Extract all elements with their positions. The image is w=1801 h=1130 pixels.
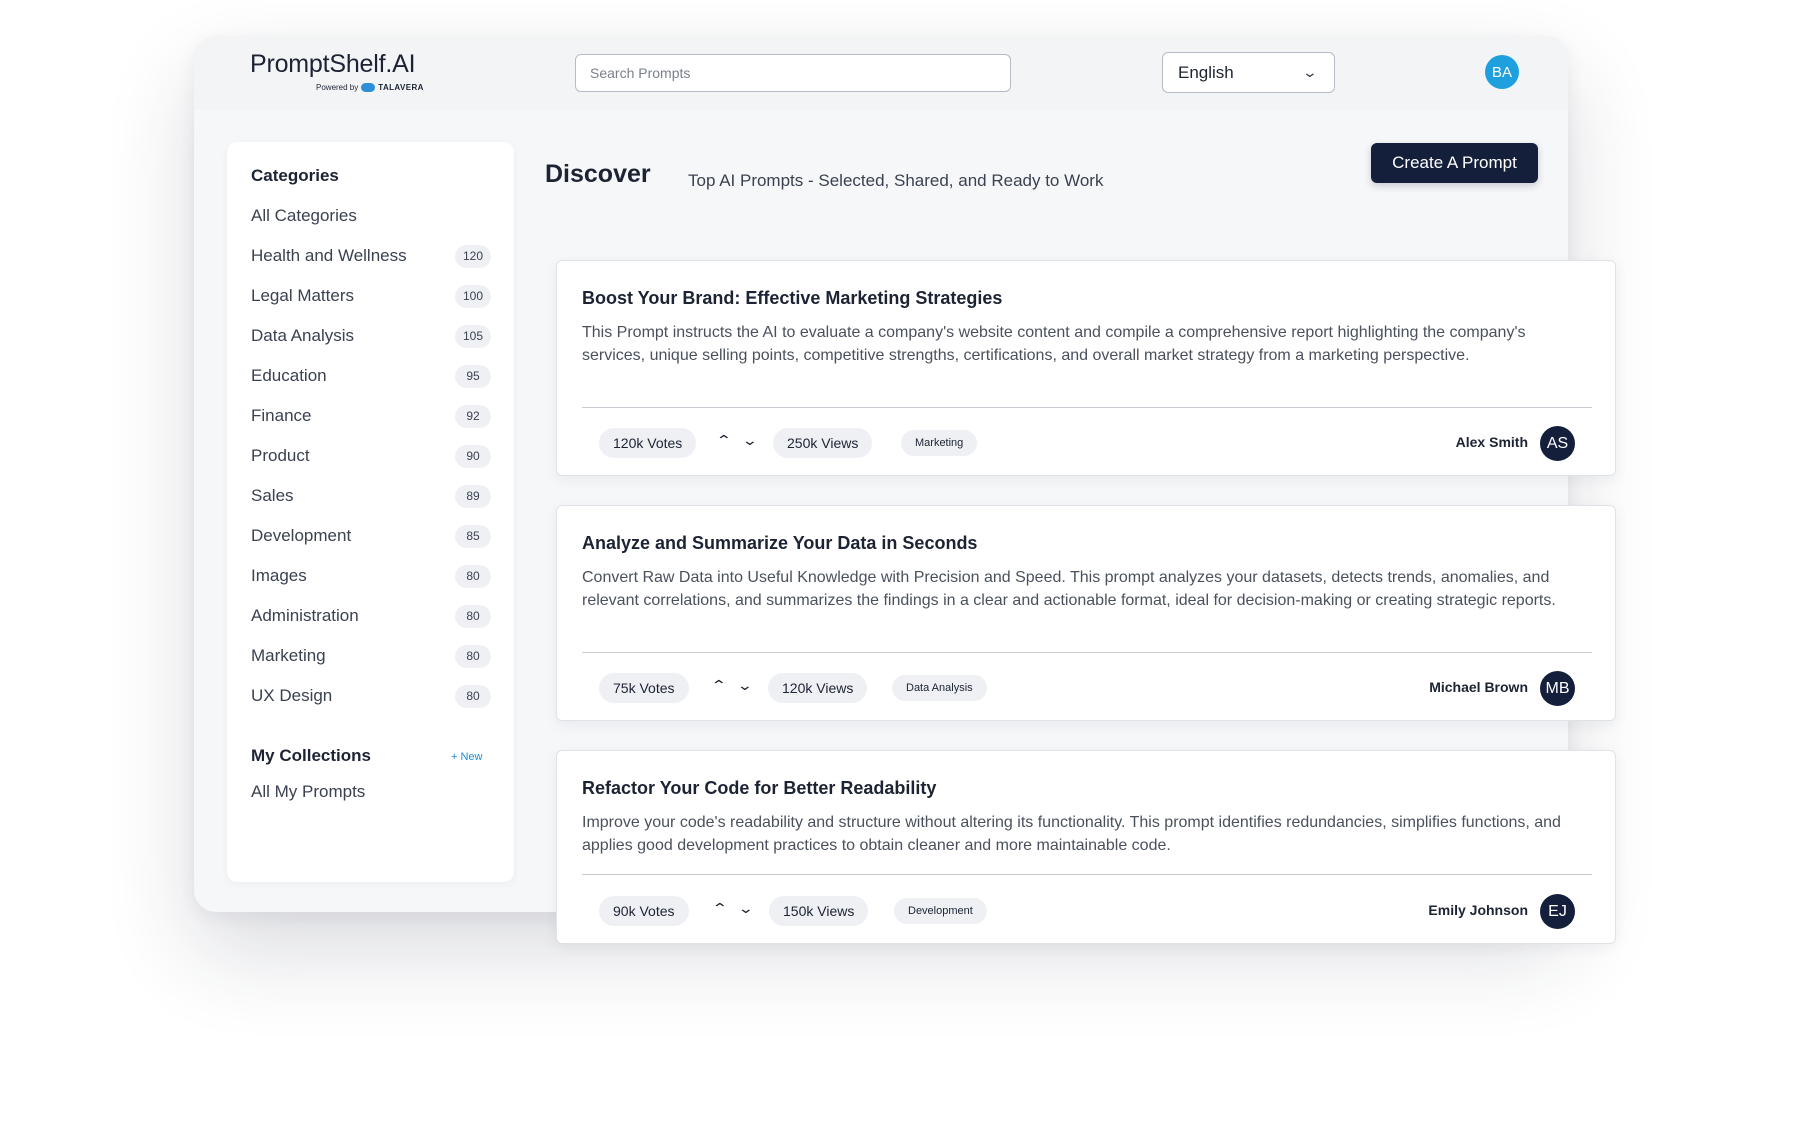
author-avatar[interactable]: MB [1540,671,1575,706]
author-name[interactable]: Emily Johnson [1428,902,1528,918]
sidebar-item-label: UX Design [251,686,333,705]
votes-count: 120k Votes [599,428,697,458]
card-divider [582,407,1592,408]
logo-text: PromptShelf.AI [250,50,416,78]
sidebar-item-label: Finance [251,406,312,425]
sidebar-item-label: Data Analysis [251,326,354,345]
category-count-badge: 120 [455,244,491,268]
sidebar: Categories All Categories Health and Wel… [227,142,514,882]
logo[interactable]: PromptShelf.AI Powered by TALAVERA [250,50,423,92]
views-count: 250k Views [773,428,873,458]
category-tag[interactable]: Data Analysis [892,675,987,701]
categories-heading: Categories [251,166,339,185]
sidebar-item-development[interactable]: Development 85 [251,522,491,550]
chevron-up-icon[interactable]: ⌃ [711,677,727,694]
votes-count: 90k Votes [599,896,689,926]
author-avatar[interactable]: EJ [1540,894,1575,929]
new-collection-button[interactable]: + New [451,751,483,763]
prompt-title[interactable]: Refactor Your Code for Better Readabilit… [582,778,936,799]
prompt-description: This Prompt instructs the AI to evaluate… [582,324,1526,364]
sidebar-item-product[interactable]: Product 90 [251,442,491,470]
category-count-badge: 85 [455,524,491,548]
votes-count: 75k Votes [599,673,689,703]
sidebar-item-all-my-prompts[interactable]: All My Prompts [251,778,491,806]
category-count-badge: 80 [455,564,491,588]
prompt-card-footer: 120k Votes ⌃ ⌄ 250k Views Marketing Alex… [582,426,1592,461]
talavera-logo-icon [361,83,376,92]
category-count-badge: 95 [455,364,491,388]
page-title: Discover [545,160,651,188]
prompt-card[interactable]: Refactor Your Code for Better Readabilit… [556,750,1616,944]
author-name[interactable]: Alex Smith [1456,434,1528,450]
sidebar-item-all-categories[interactable]: All Categories [251,202,491,230]
sidebar-item-images[interactable]: Images 80 [251,562,491,590]
category-tag[interactable]: Development [894,898,987,924]
prompt-card-footer: 75k Votes ⌃ ⌄ 120k Views Data Analysis M… [582,671,1592,706]
category-count-badge: 80 [455,644,491,668]
chevron-down-icon[interactable]: ⌄ [737,677,753,694]
language-select[interactable]: English ⌄ [1162,52,1335,93]
sidebar-item-label: Marketing [251,646,326,665]
sidebar-item-data-analysis[interactable]: Data Analysis 105 [251,322,491,350]
chevron-up-icon[interactable]: ⌃ [716,432,732,449]
sidebar-item-label: All Categories [251,206,357,225]
author-name[interactable]: Michael Brown [1429,679,1528,695]
sidebar-item-label: Development [251,526,352,545]
my-collections-heading: My Collections [251,746,371,765]
card-divider [582,652,1592,653]
category-count-badge: 90 [455,444,491,468]
language-value: English [1178,62,1234,82]
prompt-description: Improve your code's readability and stru… [582,814,1561,854]
sidebar-item-marketing[interactable]: Marketing 80 [251,642,491,670]
top-bar: PromptShelf.AI Powered by TALAVERA Engli… [194,36,1568,110]
sidebar-item-finance[interactable]: Finance 92 [251,402,491,430]
sidebar-item-education[interactable]: Education 95 [251,362,491,390]
chevron-down-icon: ⌄ [1301,64,1319,80]
sidebar-item-health-and-wellness[interactable]: Health and Wellness 120 [251,242,491,270]
sidebar-item-label: Education [251,366,327,385]
chevron-down-icon[interactable]: ⌄ [742,432,758,449]
prompt-title[interactable]: Analyze and Summarize Your Data in Secon… [582,533,977,554]
sidebar-item-sales[interactable]: Sales 89 [251,482,491,510]
author-avatar[interactable]: AS [1540,426,1575,461]
sidebar-item-label: All My Prompts [251,782,366,801]
sidebar-item-label: Sales [251,486,294,505]
views-count: 150k Views [769,896,869,926]
search-input[interactable] [575,54,1011,92]
sidebar-item-label: Product [251,446,310,465]
category-count-badge: 100 [455,284,491,308]
category-count-badge: 80 [455,684,491,708]
category-count-badge: 80 [455,604,491,628]
prompt-title[interactable]: Boost Your Brand: Effective Marketing St… [582,288,1002,309]
sidebar-item-ux-design[interactable]: UX Design 80 [251,682,491,710]
chevron-up-icon[interactable]: ⌃ [712,900,728,917]
powered-by-label: Powered by [316,83,359,92]
powered-by: Powered by TALAVERA [316,83,424,92]
create-prompt-button[interactable]: Create A Prompt [1371,143,1538,183]
sidebar-item-legal-matters[interactable]: Legal Matters 100 [251,282,491,310]
card-divider [582,874,1592,875]
powered-by-brand: TALAVERA [378,83,424,92]
page-tagline: Top AI Prompts - Selected, Shared, and R… [688,171,1104,190]
user-avatar[interactable]: BA [1485,55,1519,89]
prompt-description: Convert Raw Data into Useful Knowledge w… [582,569,1556,609]
category-count-badge: 89 [455,484,491,508]
sidebar-item-label: Images [251,566,307,585]
category-count-badge: 92 [455,404,491,428]
category-tag[interactable]: Marketing [901,430,978,456]
sidebar-item-label: Health and Wellness [251,246,407,265]
sidebar-item-administration[interactable]: Administration 80 [251,602,491,630]
prompt-card[interactable]: Boost Your Brand: Effective Marketing St… [556,260,1616,476]
category-count-badge: 105 [455,324,491,348]
views-count: 120k Views [768,673,868,703]
prompt-card[interactable]: Analyze and Summarize Your Data in Secon… [556,505,1616,721]
chevron-down-icon[interactable]: ⌄ [738,900,754,917]
prompt-card-footer: 90k Votes ⌃ ⌄ 150k Views Development Emi… [582,894,1592,929]
sidebar-item-label: Legal Matters [251,286,354,305]
sidebar-item-label: Administration [251,606,359,625]
